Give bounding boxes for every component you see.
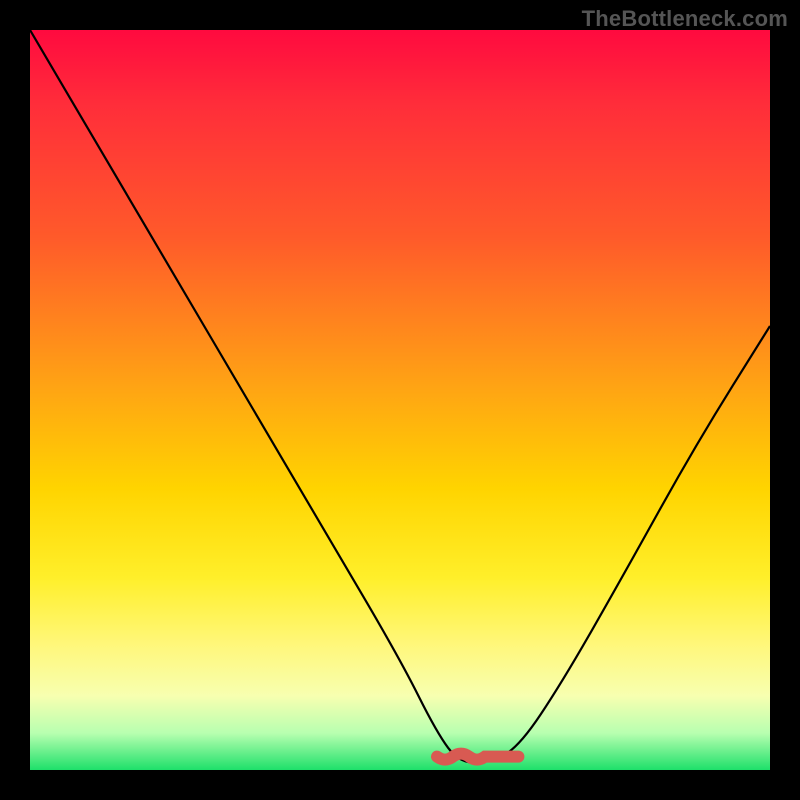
chart-stage: TheBottleneck.com bbox=[0, 0, 800, 800]
valley-marker bbox=[437, 754, 518, 760]
plot-area bbox=[30, 30, 770, 770]
bottleneck-curve bbox=[30, 30, 770, 763]
watermark-text: TheBottleneck.com bbox=[582, 6, 788, 32]
curve-svg bbox=[30, 30, 770, 770]
